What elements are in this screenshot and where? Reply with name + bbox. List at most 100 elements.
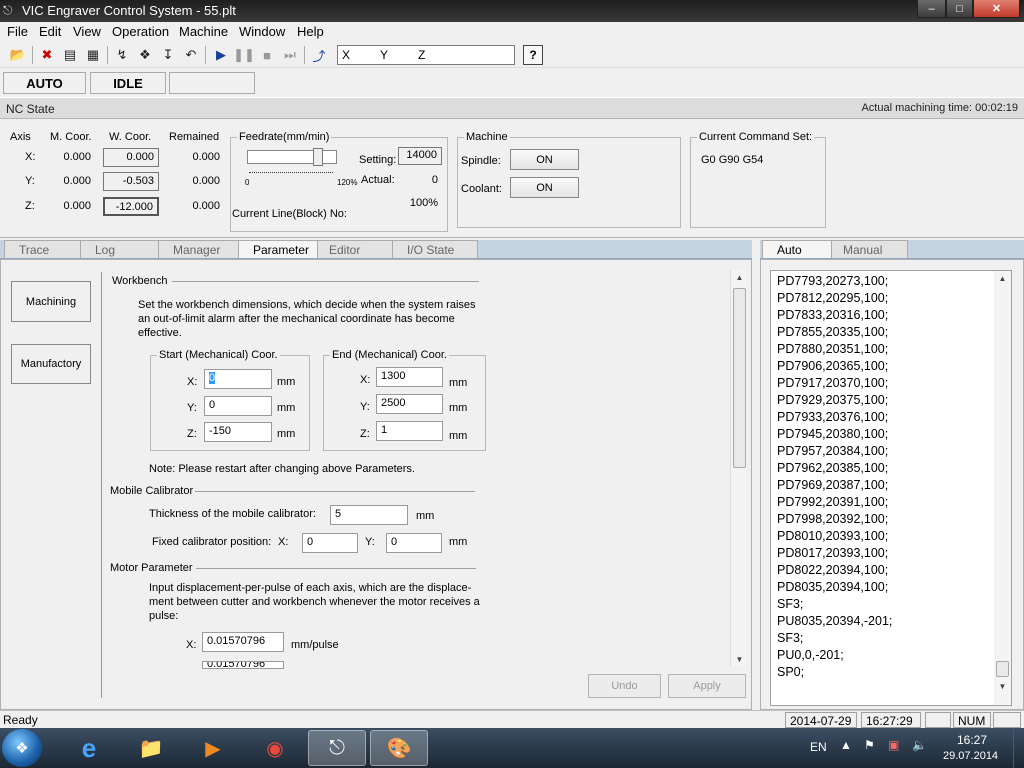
feedrate-slider-thumb[interactable] [312,148,323,166]
code-line[interactable]: PD7929,20375,100; [771,392,1011,409]
tool-down-icon[interactable]: ↧ [158,45,178,65]
apply-button[interactable]: Apply [668,674,746,698]
help-button[interactable]: ? [523,45,543,65]
code-scrollbar[interactable]: ▲ ▼ [994,271,1011,705]
program-code-list[interactable]: PD7793,20273,100; PD7812,20295,100; PD7833… [770,270,1012,706]
code-line[interactable]: PD7833,20316,100; [771,307,1011,324]
pause-icon[interactable]: ❚❚ [233,45,255,65]
paint-icon[interactable]: 🎨 [370,730,428,766]
tool-move-icon[interactable]: ↶ [181,45,201,65]
end-y-input[interactable]: 2500 [376,394,443,414]
coolant-button[interactable]: ON [510,177,579,198]
signal-icon[interactable]: ❖ [135,45,155,65]
tab-manager[interactable]: Manager [158,240,242,258]
spindle-button[interactable]: ON [510,149,579,170]
menu-window[interactable]: Window [239,24,285,39]
code-line[interactable]: PD7962,20385,100; [771,460,1011,477]
code-line[interactable]: PD7880,20351,100; [771,341,1011,358]
tab-auto[interactable]: Auto [762,240,832,258]
code-scroll-up-icon[interactable]: ▲ [994,271,1011,285]
close-button[interactable]: ✕ [973,0,1020,18]
code-line[interactable]: PD7933,20376,100; [771,409,1011,426]
motor-y-input[interactable]: 0.01570796 [202,661,284,669]
code-line[interactable]: SF3; [771,630,1011,647]
tab-manual[interactable]: Manual [828,240,908,258]
tab-trace[interactable]: Trace [4,240,86,258]
code-line[interactable]: PD8010,20393,100; [771,528,1011,545]
ie-icon[interactable]: e [60,730,118,766]
feedrate-slider[interactable] [247,148,337,166]
open-folder-icon[interactable]: 📂 [8,45,28,65]
menu-operation[interactable]: Operation [112,24,169,39]
minimize-button[interactable]: – [917,0,946,18]
parameter-scrollbar[interactable]: ▲ ▼ [730,270,747,666]
code-line[interactable]: PD7992,20391,100; [771,494,1011,511]
menu-help[interactable]: Help [297,24,324,39]
engraver-app-icon[interactable]: ⎋ [308,730,366,766]
edit-path-icon[interactable]: ⤴ [309,45,329,65]
code-line[interactable]: PD7969,20387,100; [771,477,1011,494]
scroll-thumb[interactable] [733,288,746,468]
window-list-icon[interactable]: ▤ [60,45,80,65]
scroll-up-icon[interactable]: ▲ [731,270,748,284]
show-desktop-button[interactable] [1013,728,1024,768]
maximize-button[interactable]: □ [946,0,973,18]
machining-button[interactable]: Machining [11,281,91,322]
code-line[interactable]: PD8035,20394,100; [771,579,1011,596]
start-button[interactable]: ❖ [2,729,42,767]
code-line[interactable]: PU0,0,-201; [771,647,1011,664]
end-x-input[interactable]: 1300 [376,367,443,387]
manufactory-button[interactable]: Manufactory [11,344,91,384]
code-line[interactable]: PD8017,20393,100; [771,545,1011,562]
menu-edit[interactable]: Edit [39,24,61,39]
code-line[interactable]: SF3; [771,596,1011,613]
code-line[interactable]: PD7812,20295,100; [771,290,1011,307]
feedrate-setting-label: Setting: [359,154,397,166]
flag-icon[interactable]: ⚑ [864,738,875,752]
clock-date[interactable]: 29.07.2014 [943,750,998,762]
chrome-icon[interactable]: ◉ [246,730,304,766]
stop-icon[interactable]: ■ [257,45,277,65]
code-line[interactable]: PD7793,20273,100; [771,273,1011,290]
language-indicator[interactable]: EN [810,740,827,754]
code-scroll-thumb[interactable] [996,661,1009,677]
code-line[interactable]: PD7855,20335,100; [771,324,1011,341]
code-line[interactable]: PD7957,20384,100; [771,443,1011,460]
fixed-y-input[interactable]: 0 [386,533,442,553]
start-y-input[interactable]: 0 [204,396,272,416]
scroll-down-icon[interactable]: ▼ [731,652,748,666]
code-line[interactable]: PU8035,20394,-201; [771,613,1011,630]
thickness-input[interactable]: 5 [330,505,408,525]
menu-view[interactable]: View [73,24,101,39]
tab-log[interactable]: Log [80,240,162,258]
volume-icon[interactable]: 🔈 [912,738,927,752]
tray-arrow-icon[interactable]: ▲ [840,738,852,752]
clock-time[interactable]: 16:27 [957,733,987,747]
close-file-icon[interactable]: ✖ [37,45,57,65]
tab-io-state[interactable]: I/O State [392,240,478,258]
network-icon[interactable]: ▣ [888,738,899,752]
code-line[interactable]: PD7917,20370,100; [771,375,1011,392]
code-line[interactable]: PD7945,20380,100; [771,426,1011,443]
step-icon[interactable]: ⏭ [280,45,300,65]
undo-button[interactable]: Undo [588,674,661,698]
code-line[interactable]: PD8022,20394,100; [771,562,1011,579]
code-line[interactable]: PD7998,20392,100; [771,511,1011,528]
start-z-input[interactable]: -150 [204,422,272,442]
menu-machine[interactable]: Machine [179,24,228,39]
motor-x-input[interactable]: 0.01570796 [202,632,284,652]
home-axis-icon[interactable]: ↯ [112,45,132,65]
code-line[interactable]: PD7906,20365,100; [771,358,1011,375]
fixed-x-input[interactable]: 0 [302,533,358,553]
start-x-input[interactable]: 0 [204,369,272,389]
save-view-icon[interactable]: ▦ [83,45,103,65]
media-player-icon[interactable]: ▶ [184,730,242,766]
code-line[interactable]: SP0; [771,664,1011,681]
menu-file[interactable]: File [7,24,28,39]
tab-parameter[interactable]: Parameter [238,240,318,258]
explorer-icon[interactable]: 📁 [122,730,180,766]
tab-editor[interactable]: Editor [314,240,396,258]
end-z-input[interactable]: 1 [376,421,443,441]
start-icon[interactable]: ▶ [211,45,231,65]
code-scroll-down-icon[interactable]: ▼ [994,679,1011,693]
